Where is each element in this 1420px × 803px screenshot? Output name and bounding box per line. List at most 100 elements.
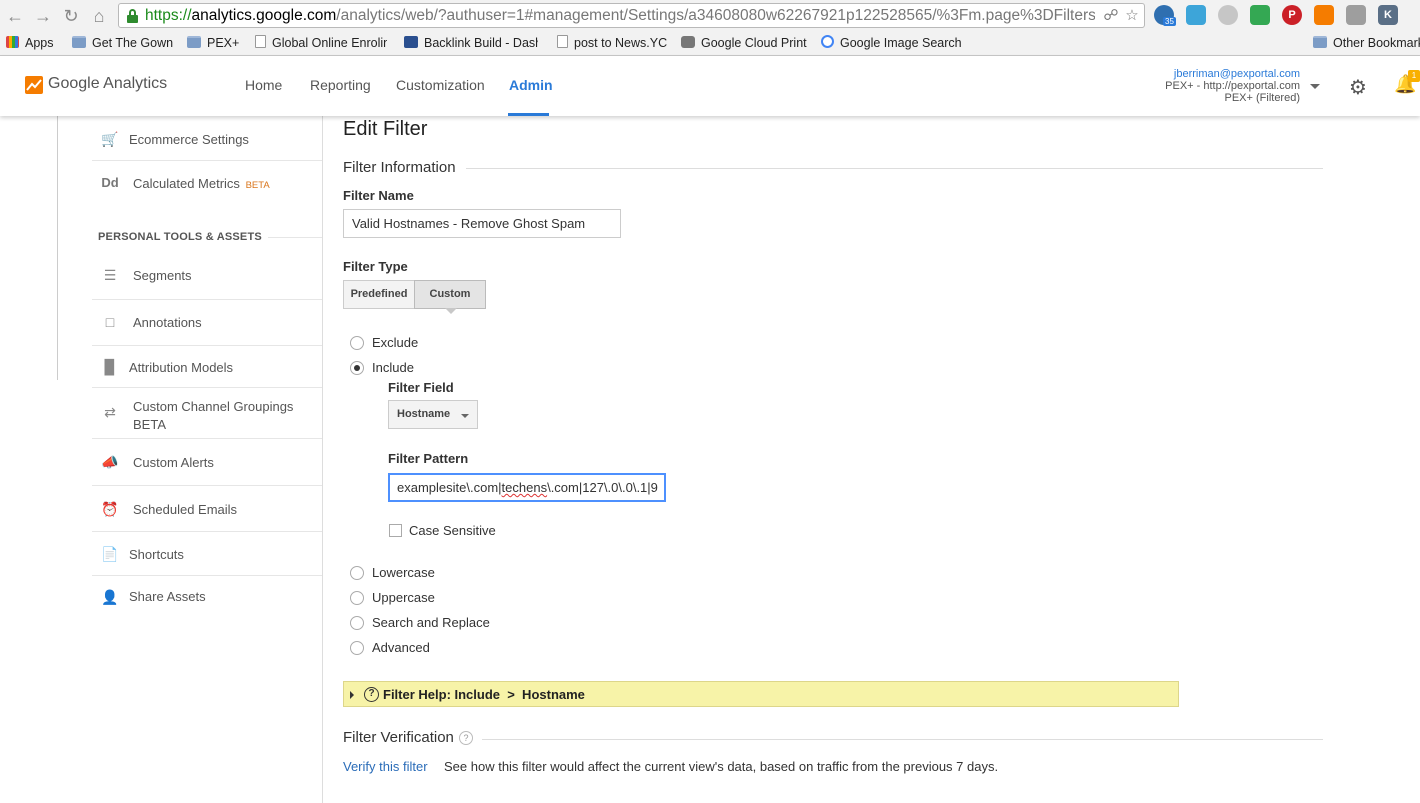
radio-search-replace[interactable] (350, 616, 364, 630)
bookmarks-bar: Apps Get The Gown PEX+ Global Online Enr… (0, 31, 1420, 55)
sidebar-item-label: Annotations (133, 315, 202, 330)
channel-icon: ⇄ (104, 404, 116, 420)
section-rule (466, 168, 1323, 169)
bookmark-global-online[interactable]: Global Online Enrolin (255, 35, 387, 53)
sidebar-section-title: PERSONAL TOOLS & ASSETS (98, 231, 262, 243)
radio-uppercase[interactable] (350, 591, 364, 605)
radio-exclude-label[interactable]: Exclude (372, 335, 418, 350)
account-view: PEX+ (Filtered) (1224, 92, 1301, 104)
extension-k-icon[interactable]: K (1378, 5, 1398, 25)
case-sensitive-checkbox[interactable] (389, 524, 402, 537)
sidebar-item-annotations[interactable]: □ Annotations (92, 300, 322, 346)
radio-include[interactable] (350, 361, 364, 375)
filter-help-text: Filter Help: Include > Hostname (383, 687, 585, 702)
sidebar-item-share-assets[interactable]: 👤 Share Assets (92, 576, 322, 618)
radio-uppercase-label[interactable]: Uppercase (372, 590, 435, 605)
sidebar-item-label: Attribution Models (129, 360, 234, 375)
extension-check-icon[interactable] (1218, 5, 1238, 25)
notification-badge: 1 (1408, 70, 1420, 82)
lock-icon (127, 9, 138, 23)
selected-pointer (445, 308, 457, 314)
sidebar-item-ecommerce-settings[interactable]: 🛒 Ecommerce Settings (92, 117, 322, 161)
filter-type-custom-button[interactable]: Custom (414, 280, 486, 309)
extension-green-icon[interactable] (1250, 5, 1270, 25)
tab-home[interactable]: Home (245, 77, 282, 93)
help-question-icon[interactable]: ? (459, 731, 473, 745)
browser-chrome: ← → ↻ ⌂ https://analytics.google.com/ana… (0, 0, 1420, 56)
bookmark-pex[interactable]: PEX+ (187, 35, 239, 53)
extension-puzzle-icon[interactable] (1186, 5, 1206, 25)
sidebar-item-label: Share Assets (129, 589, 206, 604)
page-title: Edit Filter (343, 118, 428, 140)
drive-icon[interactable] (1346, 5, 1366, 25)
sidebar-item-label: Shortcuts (129, 547, 184, 562)
radio-lowercase-label[interactable]: Lowercase (372, 565, 435, 580)
chevron-down-icon[interactable] (1310, 84, 1320, 89)
sidebar-item-segments[interactable]: ☰ Segments (92, 254, 322, 300)
filter-type-predefined-button[interactable]: Predefined (343, 280, 415, 309)
verify-filter-link[interactable]: Verify this filter (343, 759, 428, 774)
bookmark-cloud-print[interactable]: Google Cloud Print (681, 35, 807, 53)
sidebar-item-attribution-models[interactable]: ▉ Attribution Models (92, 346, 322, 388)
home-icon[interactable]: ⌂ (88, 5, 110, 27)
sidebar-item-shortcuts[interactable]: 📄 Shortcuts (92, 532, 322, 576)
radio-include-label[interactable]: Include (372, 360, 414, 375)
filter-information-heading: Filter Information (343, 159, 456, 176)
sidebar-item-label: Custom Channel Groupings (133, 399, 294, 414)
filter-name-label: Filter Name (343, 188, 414, 203)
gear-icon[interactable]: ⚙ (1349, 75, 1367, 100)
radio-search-replace-label[interactable]: Search and Replace (372, 615, 490, 630)
verify-description: See how this filter would affect the cur… (444, 759, 999, 774)
tab-admin[interactable]: Admin (509, 77, 553, 93)
product-name[interactable]: Google Analytics (48, 75, 167, 93)
analytics-logo-icon (25, 76, 43, 94)
reload-icon[interactable]: ↻ (60, 5, 82, 27)
tab-reporting[interactable]: Reporting (310, 77, 371, 93)
filter-help-bar[interactable]: ? Filter Help: Include > Hostname (343, 681, 1179, 707)
back-arrow-icon[interactable]: ← (4, 5, 26, 27)
forward-arrow-icon[interactable]: → (32, 5, 54, 27)
search-magnifier-icon[interactable]: ☍ (1102, 7, 1120, 25)
sidebar-item-label: Ecommerce Settings (129, 132, 249, 147)
sidebar-item-label: Custom Alerts (133, 455, 214, 470)
tab-customization[interactable]: Customization (396, 77, 485, 93)
document-icon: 📄 (101, 546, 119, 562)
radio-lowercase[interactable] (350, 566, 364, 580)
star-bookmark-icon[interactable]: ☆ (1123, 7, 1141, 25)
analytics-ext-icon[interactable] (1314, 5, 1334, 25)
radio-advanced[interactable] (350, 641, 364, 655)
filter-pattern-label: Filter Pattern (388, 451, 469, 466)
sidebar-item-label: Calculated Metrics BETA (133, 176, 270, 191)
bookmark-other[interactable]: Other Bookmarks (1313, 35, 1420, 53)
alarm-clock-icon: ⏰ (101, 501, 119, 517)
bookmark-backlink[interactable]: Backlink Build - Dash (404, 35, 538, 53)
beta-badge: BETA (133, 417, 166, 432)
address-bar[interactable]: https://analytics.google.com/analytics/w… (118, 3, 1145, 28)
filter-pattern-input[interactable]: examplesite\.com|techens\.com|127\.0\.0\… (388, 473, 666, 502)
url-text[interactable]: https://analytics.google.com/analytics/w… (145, 7, 1095, 25)
annotation-icon: □ (105, 314, 115, 330)
bookmark-apps[interactable]: Apps (6, 35, 54, 53)
account-property: PEX+ - http://pexportal.com (1165, 80, 1300, 92)
section-rule (268, 237, 322, 238)
filter-name-input[interactable]: Valid Hostnames - Remove Ghost Spam (343, 209, 621, 238)
filter-field-value: Hostname (397, 408, 451, 420)
radio-advanced-label[interactable]: Advanced (372, 640, 430, 655)
sidebar-item-calculated-metrics[interactable]: Dd Calculated Metrics BETA (92, 161, 322, 205)
radio-exclude[interactable] (350, 336, 364, 350)
sidebar-item-custom-alerts[interactable]: 📣 Custom Alerts (92, 439, 322, 486)
account-selector[interactable]: jberriman@pexportal.com PEX+ - http://pe… (1165, 68, 1300, 104)
dd-icon: Dd (101, 175, 119, 190)
filter-field-dropdown[interactable]: Hostname (388, 400, 478, 429)
account-email: jberriman@pexportal.com (1173, 68, 1300, 80)
bookmark-get-the-gown[interactable]: Get The Gown (72, 35, 173, 53)
active-tab-indicator (508, 113, 549, 116)
case-sensitive-label[interactable]: Case Sensitive (409, 523, 496, 538)
bookmark-news-yc[interactable]: post to News.YC (557, 35, 667, 53)
pinterest-icon[interactable]: P (1282, 5, 1302, 25)
bookmark-image-search[interactable]: Google Image Search (821, 35, 962, 53)
sidebar-item-custom-channel-groupings[interactable]: ⇄ Custom Channel Groupings BETA (92, 388, 322, 439)
ga-header: Google Analytics Home Reporting Customiz… (0, 56, 1420, 116)
sidebar-item-scheduled-emails[interactable]: ⏰ Scheduled Emails (92, 486, 322, 532)
cart-icon: 🛒 (101, 131, 119, 147)
